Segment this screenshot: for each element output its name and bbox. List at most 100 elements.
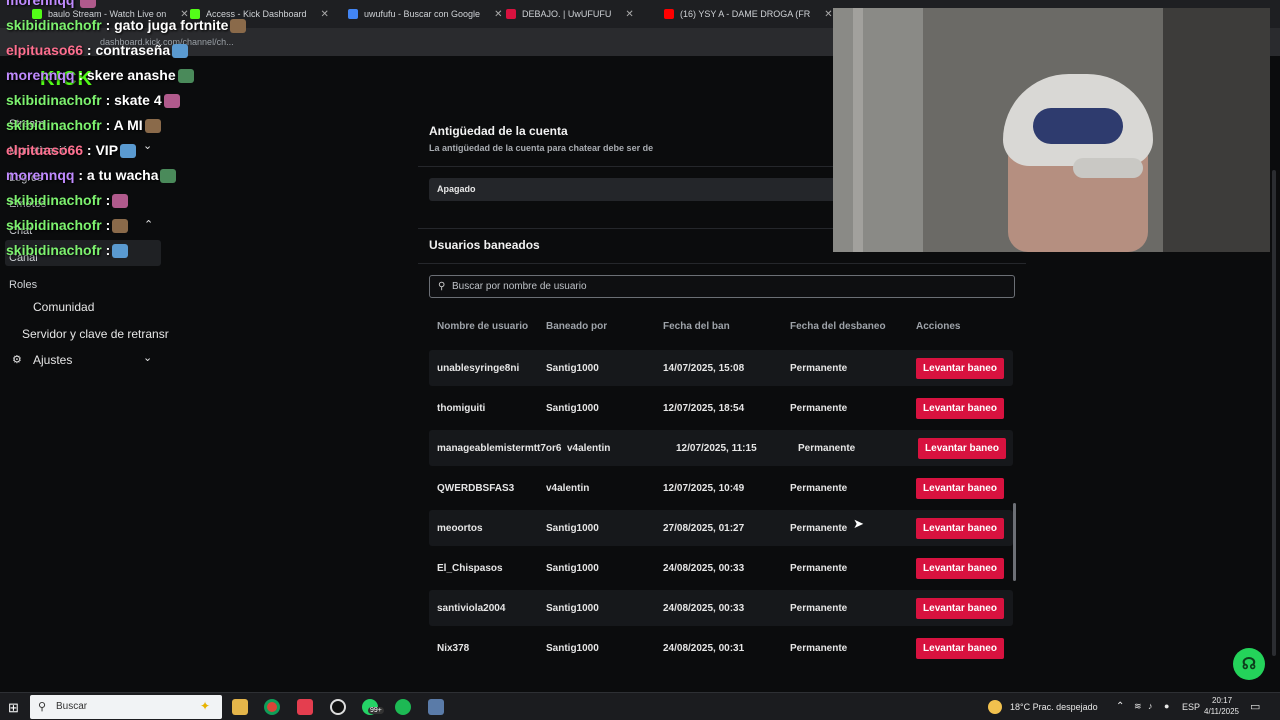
- chevron-up-icon[interactable]: ⌃: [1116, 701, 1124, 712]
- cell-ban-date: 24/08/2025, 00:33: [663, 563, 745, 574]
- table-scrollbar[interactable]: [1013, 503, 1016, 581]
- support-chat-button[interactable]: ☊: [1233, 648, 1265, 680]
- chat-username[interactable]: skibidinachofr: [6, 242, 102, 258]
- mouse-cursor-icon: ➤: [853, 516, 864, 531]
- chat-username[interactable]: skibidinachofr: [6, 217, 102, 233]
- cell-ban-date: 24/08/2025, 00:33: [663, 603, 745, 614]
- sidebar-item-comunidad[interactable]: Comunidad: [33, 300, 94, 314]
- obs-icon[interactable]: [330, 699, 346, 715]
- sidebar-item[interactable]: Roles: [9, 279, 37, 291]
- cell-username: meoortos: [437, 523, 483, 534]
- column-header-username: Nombre de usuario: [437, 321, 529, 332]
- weather-text[interactable]: 18°C Prac. despejado: [1010, 702, 1098, 712]
- unban-button[interactable]: Levantar baneo: [916, 598, 1004, 619]
- table-row: Nix378 Santig1000 24/08/2025, 00:31 Perm…: [429, 630, 1013, 666]
- close-icon[interactable]: ✕: [625, 9, 633, 20]
- close-icon[interactable]: ✕: [494, 9, 502, 20]
- chat-username[interactable]: elpituaso66: [6, 42, 83, 58]
- chevron-down-icon[interactable]: ⌄: [143, 139, 152, 152]
- close-icon[interactable]: ✕: [824, 9, 832, 20]
- headset-icon: ☊: [1241, 656, 1257, 673]
- file-explorer-icon[interactable]: [232, 699, 248, 715]
- calculator-icon[interactable]: [428, 699, 444, 715]
- chat-username[interactable]: morennqq: [6, 67, 74, 83]
- chat-username[interactable]: skibidinachofr: [6, 192, 102, 208]
- taskbar-search[interactable]: ⚲ Buscar ✦: [30, 695, 222, 719]
- chat-text: : skate 4: [105, 92, 162, 108]
- cell-banned-by: v4alentin: [567, 443, 611, 454]
- cell-unban-date: Permanente: [790, 563, 848, 574]
- taskbar-search-label: Buscar: [56, 701, 88, 712]
- chat-message: skibidinachofr :: [6, 242, 129, 259]
- network-icon[interactable]: ≋: [1134, 701, 1142, 712]
- chevron-up-icon[interactable]: ⌃: [144, 218, 153, 231]
- unban-button[interactable]: Levantar baneo: [916, 478, 1004, 499]
- unban-button[interactable]: Levantar baneo: [916, 398, 1004, 419]
- chat-message: elpituaso66 : VIP: [6, 142, 137, 159]
- chat-username[interactable]: skibidinachofr: [6, 117, 102, 133]
- windows-start-icon[interactable]: ⊞: [8, 700, 19, 716]
- chat-username[interactable]: skibidinachofr: [6, 17, 102, 33]
- search-icon: ⚲: [38, 701, 47, 713]
- cell-username: El_Chispasos: [437, 563, 503, 574]
- table-row: QWERDBSFAS3 v4alentin 12/07/2025, 10:49 …: [429, 470, 1013, 506]
- cell-unban-date: Permanente: [790, 603, 848, 614]
- gear-icon: ⚙: [12, 354, 22, 366]
- emote-icon: [120, 144, 137, 159]
- cell-unban-date: Permanente: [790, 363, 848, 374]
- chrome-icon[interactable]: [264, 699, 280, 715]
- clock-date[interactable]: 4/11/2025: [1204, 707, 1239, 716]
- language-indicator[interactable]: ESP: [1182, 702, 1200, 712]
- table-row: manageablemistermtt7or6 v4alentin 12/07/…: [429, 430, 1013, 466]
- browser-tab[interactable]: DEBAJO. | UwUFUFU ✕: [506, 4, 634, 24]
- account-age-select[interactable]: Apagado: [429, 178, 839, 201]
- unban-button[interactable]: Levantar baneo: [918, 438, 1006, 459]
- unban-button[interactable]: Levantar baneo: [916, 358, 1004, 379]
- cell-ban-date: 12/07/2025, 10:49: [663, 483, 745, 494]
- select-value: Apagado: [437, 184, 476, 194]
- tab-favicon-icon: [664, 9, 674, 19]
- chat-username[interactable]: morennqq: [6, 167, 74, 183]
- cell-banned-by: Santig1000: [546, 363, 599, 374]
- column-header-unban-date: Fecha del desbaneo: [790, 321, 886, 332]
- unban-button[interactable]: Levantar baneo: [916, 558, 1004, 579]
- clock-time[interactable]: 20:17: [1212, 696, 1232, 705]
- sidebar-item-ajustes[interactable]: Ajustes: [33, 353, 72, 367]
- banned-search[interactable]: ⚲: [429, 275, 1015, 298]
- emote-icon: [177, 69, 194, 84]
- unban-button[interactable]: Levantar baneo: [916, 518, 1004, 539]
- cell-ban-date: 12/07/2025, 11:15: [676, 443, 757, 454]
- emote-icon: [112, 244, 129, 259]
- browser-tab[interactable]: uwufufu - Buscar con Google ✕: [348, 4, 502, 24]
- banned-search-input[interactable]: [452, 279, 992, 294]
- close-icon[interactable]: ✕: [321, 9, 329, 20]
- table-row: meoortos Santig1000 27/08/2025, 01:27 Pe…: [429, 510, 1013, 546]
- chat-username[interactable]: skibidinachofr: [6, 92, 102, 108]
- chevron-down-icon[interactable]: ⌄: [143, 351, 152, 364]
- cell-unban-date: Permanente: [790, 523, 848, 534]
- cell-username: thomiguiti: [437, 403, 486, 414]
- column-header-actions: Acciones: [916, 321, 961, 332]
- cell-username: manageablemistermtt7or6: [437, 443, 562, 454]
- table-row: El_Chispasos Santig1000 24/08/2025, 00:3…: [429, 550, 1013, 586]
- page-scrollbar[interactable]: [1272, 170, 1276, 656]
- capcut-icon[interactable]: [297, 699, 313, 715]
- notifications-icon[interactable]: ▭: [1250, 700, 1260, 713]
- emote-icon: [172, 44, 189, 59]
- table-row: unablesyringe8ni Santig1000 14/07/2025, …: [429, 350, 1013, 386]
- chat-text: : contraseña: [86, 42, 171, 58]
- speaker-icon[interactable]: ♪: [1148, 701, 1153, 711]
- sidebar-item-servidor[interactable]: Servidor y clave de retransr: [22, 327, 169, 341]
- microphone-icon[interactable]: ●: [1164, 701, 1169, 711]
- divider: [418, 166, 833, 167]
- chat-text: : skere anashe: [78, 67, 176, 83]
- spotify-icon[interactable]: [395, 699, 411, 715]
- chat-text: : VIP: [86, 142, 119, 158]
- chat-text: :: [105, 192, 111, 208]
- chat-message: morennqq: [6, 0, 97, 9]
- tab-title: (16) YSY A - DAME DROGA (FR: [680, 9, 811, 19]
- unban-button[interactable]: Levantar baneo: [916, 638, 1004, 659]
- chat-username[interactable]: morennqq: [6, 0, 74, 8]
- chat-username[interactable]: elpituaso66: [6, 142, 83, 158]
- browser-tab[interactable]: (16) YSY A - DAME DROGA (FR ✕: [664, 4, 833, 24]
